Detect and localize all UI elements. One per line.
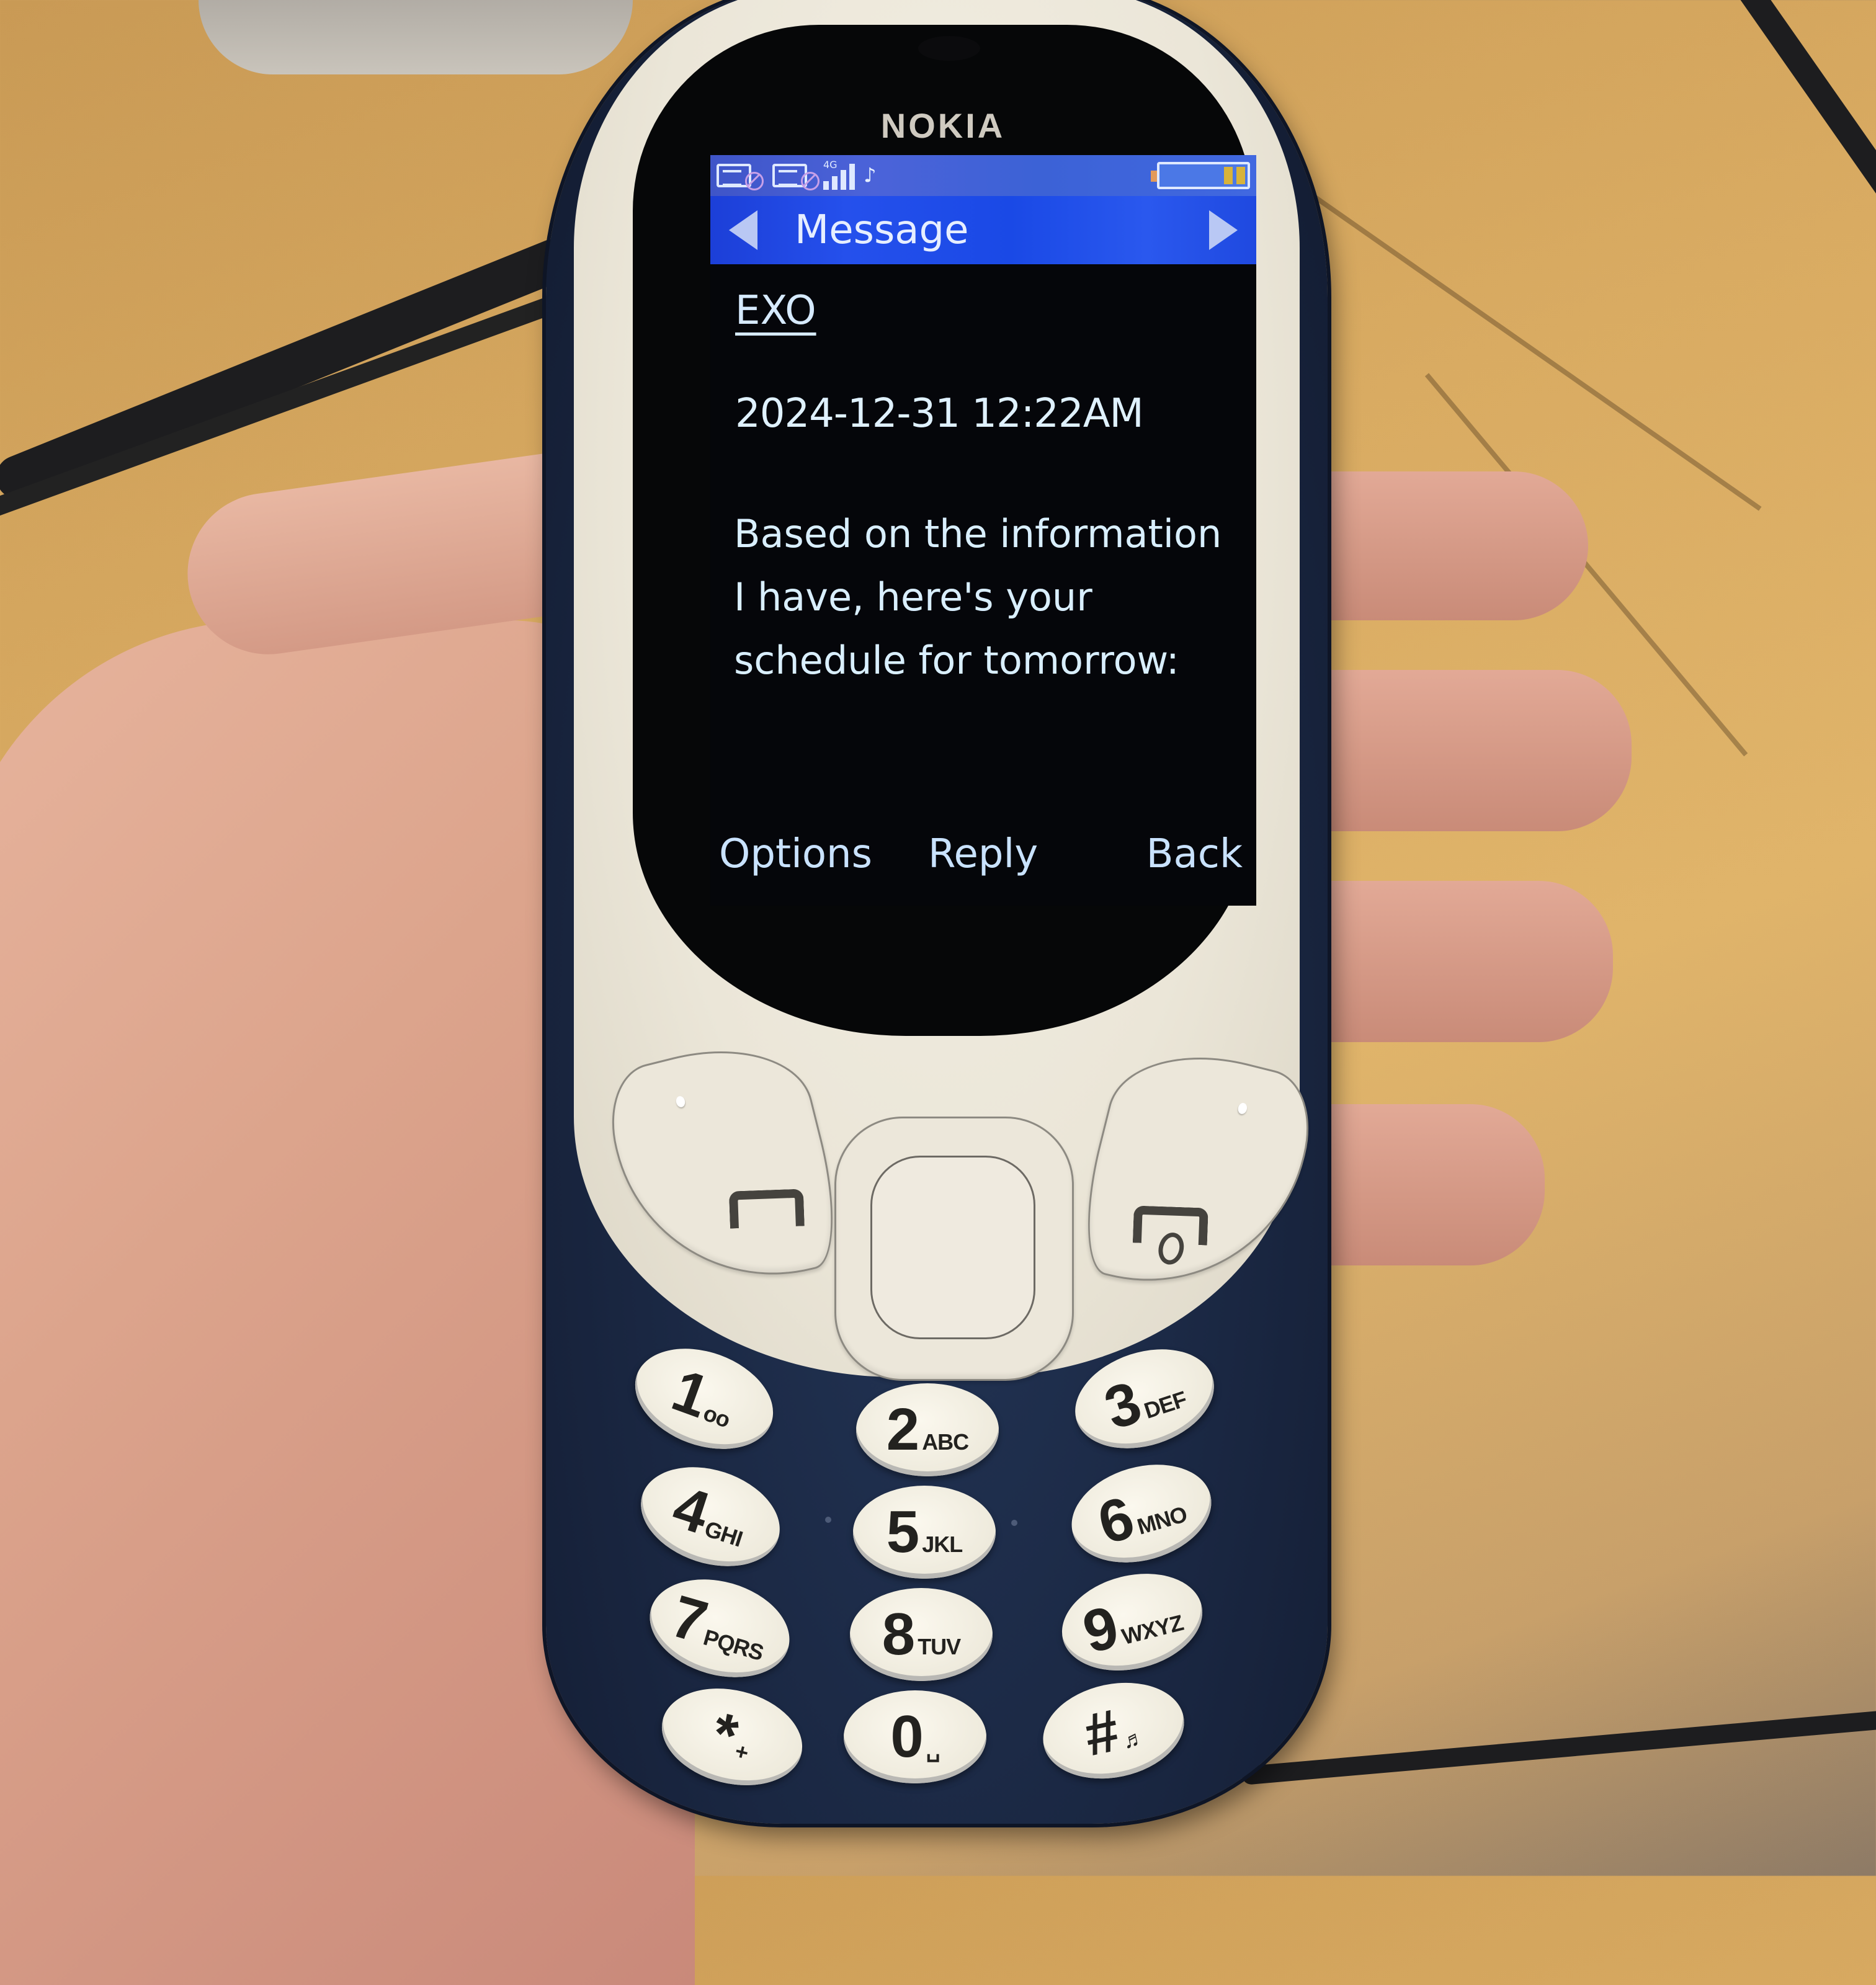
- music-note-icon: ♪: [864, 163, 877, 188]
- no-service-icon: [745, 172, 764, 190]
- status-bar: 4G ♪: [710, 155, 1256, 196]
- no-service-icon: [801, 172, 820, 190]
- key-0[interactable]: 0 ␣: [844, 1690, 986, 1783]
- right-end-key[interactable]: [1069, 1033, 1323, 1315]
- message-datetime: 2024-12-31 12:22AM: [735, 391, 1144, 437]
- arrow-left-icon[interactable]: [729, 210, 757, 250]
- voicemail-icon: oo: [700, 1399, 734, 1433]
- message-body: Based on the information I have, here's …: [734, 511, 1222, 683]
- brand-logo: NOKIA: [880, 106, 1006, 145]
- key-6[interactable]: 6 MNO: [1060, 1449, 1223, 1578]
- signal-bar: [849, 164, 855, 190]
- arrow-right-icon[interactable]: [1209, 210, 1238, 250]
- cable: [1241, 1707, 1876, 1785]
- space-icon: ␣: [926, 1736, 940, 1762]
- cable: [1682, 0, 1876, 222]
- battery-icon: [1151, 162, 1250, 189]
- key-4[interactable]: 4 GHI: [628, 1450, 793, 1583]
- key-9[interactable]: 9 WXYZ: [1052, 1559, 1213, 1685]
- tactile-nub: [675, 1095, 686, 1108]
- key-2[interactable]: 2 ABC: [856, 1383, 999, 1476]
- key-star[interactable]: * +: [651, 1674, 813, 1800]
- reply-softkey[interactable]: Reply: [928, 831, 1038, 877]
- key-hash[interactable]: # ♬: [1034, 1670, 1194, 1791]
- phone: NOKIA 4G ♪ Message EXO 2024-12-31 12:22A…: [546, 0, 1328, 1824]
- signal-bar: [823, 181, 829, 190]
- battery-level: [1224, 167, 1245, 184]
- key-7[interactable]: 7 PQRS: [638, 1564, 802, 1693]
- microphone-hole: [825, 1517, 831, 1523]
- lcd-screen: 4G ♪ Message EXO 2024-12-31 12:22AM Base…: [710, 155, 1256, 906]
- call-icon: [728, 1189, 805, 1229]
- earpiece: [918, 36, 980, 61]
- screen-title: Message: [795, 207, 969, 253]
- options-softkey[interactable]: Options: [719, 831, 872, 877]
- select-key[interactable]: [870, 1156, 1035, 1339]
- back-softkey[interactable]: Back: [1146, 831, 1243, 877]
- signal-bar: [841, 170, 846, 190]
- tactile-nub: [1236, 1102, 1248, 1115]
- title-bar: Message: [710, 196, 1256, 264]
- softkey-bar: Options Reply Back: [710, 826, 1256, 882]
- key-8[interactable]: 8 TUV: [850, 1588, 993, 1681]
- screen-bezel: NOKIA 4G ♪ Message EXO 2024-12-31 12:22A…: [633, 25, 1256, 1036]
- monitor-stand: [199, 0, 633, 74]
- navigation-key[interactable]: [834, 1117, 1074, 1381]
- key-5[interactable]: 5 JKL: [853, 1486, 996, 1579]
- music-icon: ♬: [1120, 1724, 1147, 1754]
- signal-bar: [832, 176, 838, 190]
- left-call-key[interactable]: [597, 1027, 852, 1309]
- microphone-hole: [1011, 1520, 1017, 1526]
- network-type-label: 4G: [823, 159, 838, 171]
- shadow: [1301, 186, 1762, 511]
- message-sender[interactable]: EXO: [735, 288, 816, 334]
- faceplate: NOKIA 4G ♪ Message EXO 2024-12-31 12:22A…: [574, 0, 1323, 1381]
- signal-icon: 4G: [823, 159, 855, 190]
